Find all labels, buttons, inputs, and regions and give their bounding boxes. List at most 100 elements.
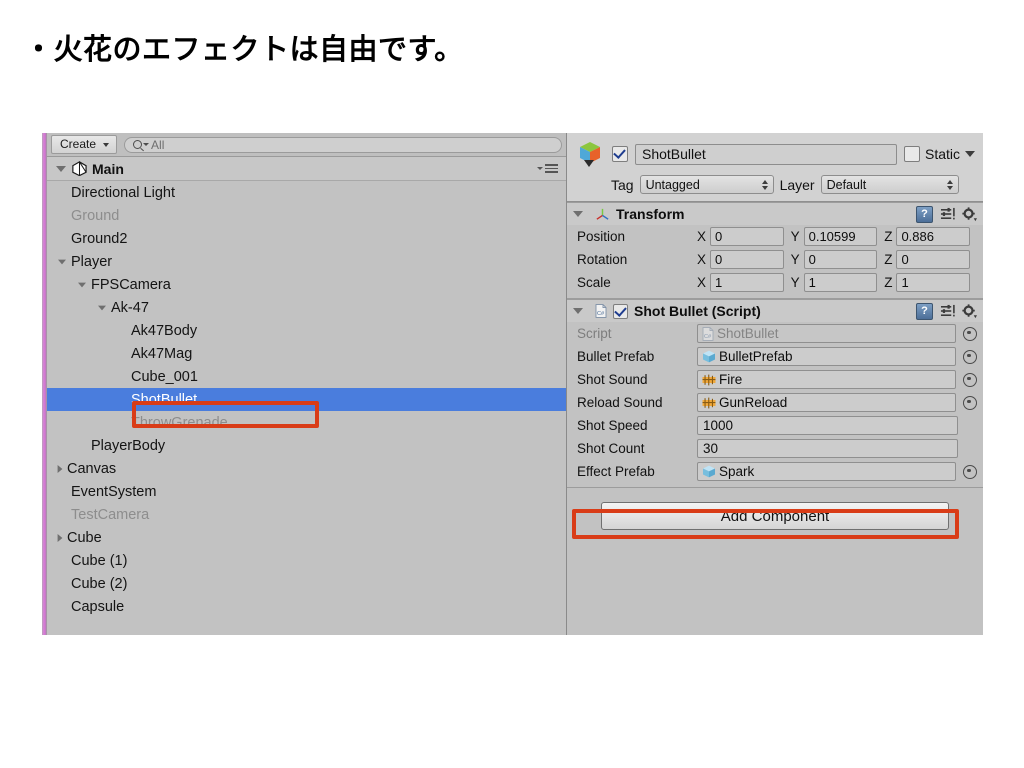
object-picker-icon[interactable] <box>963 326 977 341</box>
transform-row-label: Position <box>577 229 626 244</box>
gear-icon[interactable] <box>962 206 977 222</box>
script-field-value: GunReload <box>719 395 788 410</box>
hierarchy-item-playerbody[interactable]: PlayerBody <box>47 434 566 457</box>
chevron-down-icon[interactable] <box>78 282 86 287</box>
search-placeholder: All <box>151 137 165 152</box>
hierarchy-item-directional-light[interactable]: Directional Light <box>47 181 566 204</box>
transform-component-header[interactable]: Transform <box>567 203 983 225</box>
script-field-label: Effect Prefab <box>577 464 655 479</box>
transform-scale-y-input[interactable]: 1 <box>803 273 878 292</box>
static-checkbox[interactable] <box>903 146 920 162</box>
chevron-right-icon[interactable] <box>57 533 63 542</box>
script-field-effect-prefab: Effect Prefab Spark <box>567 460 983 483</box>
hierarchy-item-testcamera[interactable]: TestCamera <box>47 503 566 526</box>
hierarchy-item-ground[interactable]: Ground <box>47 204 566 227</box>
audio-clip-icon <box>702 374 716 385</box>
script-field-label: Reload Sound <box>577 395 663 410</box>
hierarchy-item-fpscamera[interactable]: FPSCamera <box>47 273 566 296</box>
transform-row-label: Rotation <box>577 252 628 267</box>
script-field-value: Fire <box>719 372 743 387</box>
hierarchy-item-cube-001[interactable]: Cube_001 <box>47 365 566 388</box>
gameobject-enabled-checkbox[interactable] <box>612 146 628 162</box>
object-picker-icon[interactable] <box>963 349 977 364</box>
object-picker-icon[interactable] <box>963 395 977 410</box>
chevron-down-icon[interactable] <box>965 151 975 157</box>
chevron-right-icon[interactable] <box>57 464 63 473</box>
hierarchy-item-label: Cube_001 <box>131 368 198 385</box>
hierarchy-item-player[interactable]: Player <box>47 250 566 273</box>
object-picker-icon[interactable] <box>963 464 977 479</box>
add-component-button[interactable]: Add Component <box>601 502 949 530</box>
preset-sliders-icon[interactable] <box>940 207 955 221</box>
hierarchy-item-canvas[interactable]: Canvas <box>47 457 566 480</box>
preset-sliders-icon[interactable] <box>940 304 955 318</box>
script-field-script-input[interactable]: C# ShotBullet <box>697 324 956 343</box>
hierarchy-item-label: PlayerBody <box>91 437 166 454</box>
help-book-icon[interactable] <box>916 205 933 223</box>
hierarchy-menu-button[interactable] <box>537 164 558 173</box>
transform-position-x-input[interactable]: 0 <box>710 227 784 246</box>
script-field-shot-count-input[interactable]: 30 <box>697 439 958 458</box>
hierarchy-panel: Create All Main Directional Light Ground… <box>47 133 567 635</box>
hierarchy-item-cube-2[interactable]: Cube (2) <box>47 572 566 595</box>
transform-rotation-y-input[interactable]: 0 <box>803 250 878 269</box>
transform-row-label: Scale <box>577 275 611 290</box>
hierarchy-item-ak47body[interactable]: Ak47Body <box>47 319 566 342</box>
shot-bullet-script-title: Shot Bullet (Script) <box>634 303 761 319</box>
help-book-icon[interactable] <box>916 302 933 320</box>
script-field-shot-speed-input[interactable]: 1000 <box>697 416 958 435</box>
script-field-script: Script C# ShotBullet <box>567 322 983 345</box>
hierarchy-item-label: Cube (2) <box>71 575 128 592</box>
tag-dropdown[interactable]: Untagged <box>639 175 774 194</box>
hierarchy-item-label: ShotBullet <box>131 391 198 408</box>
transform-scale-z-input[interactable]: 1 <box>896 273 971 292</box>
transform-rotation-x-input[interactable]: 0 <box>710 250 784 269</box>
hierarchy-item-ground2[interactable]: Ground2 <box>47 227 566 250</box>
csharp-script-icon: C# <box>595 304 607 318</box>
transform-scale-x-input[interactable]: 1 <box>710 273 784 292</box>
hierarchy-search-input[interactable]: All <box>124 136 562 153</box>
hierarchy-item-label: Ground <box>71 207 120 224</box>
prefab-cube-icon <box>703 465 715 478</box>
hierarchy-toolbar: Create All <box>47 133 566 157</box>
script-field-shot-sound-input[interactable]: Fire <box>697 370 956 389</box>
chevron-down-icon[interactable] <box>143 143 150 146</box>
hierarchy-item-cube[interactable]: Cube <box>47 526 566 549</box>
script-enabled-checkbox[interactable] <box>613 303 628 319</box>
transform-row-rotation: Rotation X 0 Y 0 Z 0 <box>567 248 983 271</box>
chevron-down-icon[interactable] <box>573 211 583 217</box>
hierarchy-item-label: Ground2 <box>71 230 128 247</box>
script-field-bullet-prefab: Bullet Prefab BulletPrefab <box>567 345 983 368</box>
script-field-reload-sound-input[interactable]: GunReload <box>697 393 956 412</box>
script-field-effect-prefab-input[interactable]: Spark <box>697 462 956 481</box>
script-field-shot-count: Shot Count 30 <box>567 437 983 460</box>
create-button[interactable]: Create <box>51 135 118 154</box>
chevron-down-icon[interactable] <box>98 305 106 310</box>
axis-label-y: Y <box>790 275 800 290</box>
shot-bullet-script-header[interactable]: C# Shot Bullet (Script) <box>567 300 983 322</box>
chevron-down-icon[interactable] <box>573 308 583 314</box>
hierarchy-item-label: Ak47Mag <box>131 345 193 362</box>
hierarchy-item-cube-1[interactable]: Cube (1) <box>47 549 566 572</box>
hierarchy-scene-row[interactable]: Main <box>47 157 566 181</box>
chevron-down-icon[interactable] <box>58 259 66 264</box>
transform-position-y-input[interactable]: 0.10599 <box>803 227 878 246</box>
hierarchy-item-capsule[interactable]: Capsule <box>47 595 566 618</box>
chevron-down-icon[interactable] <box>56 165 66 172</box>
hierarchy-item-eventsystem[interactable]: EventSystem <box>47 480 566 503</box>
hierarchy-item-throwgrenade[interactable]: ThrowGrenade <box>47 411 566 434</box>
hierarchy-item-label: ThrowGrenade <box>131 414 228 431</box>
object-picker-icon[interactable] <box>963 372 977 387</box>
script-field-label: Shot Sound <box>577 372 648 387</box>
gear-icon[interactable] <box>962 303 977 319</box>
gameobject-name-field[interactable]: ShotBullet <box>635 143 897 165</box>
layer-dropdown[interactable]: Default <box>820 175 959 194</box>
transform-position-z-input[interactable]: 0.886 <box>896 227 971 246</box>
script-field-bullet-prefab-input[interactable]: BulletPrefab <box>697 347 956 366</box>
hierarchy-item-ak47mag[interactable]: Ak47Mag <box>47 342 566 365</box>
hierarchy-item-ak-47[interactable]: Ak-47 <box>47 296 566 319</box>
hierarchy-item-shotbullet[interactable]: ShotBullet <box>47 388 566 411</box>
stepper-arrows-icon <box>946 179 953 190</box>
transform-row-scale: Scale X 1 Y 1 Z 1 <box>567 271 983 294</box>
transform-rotation-z-input[interactable]: 0 <box>896 250 971 269</box>
